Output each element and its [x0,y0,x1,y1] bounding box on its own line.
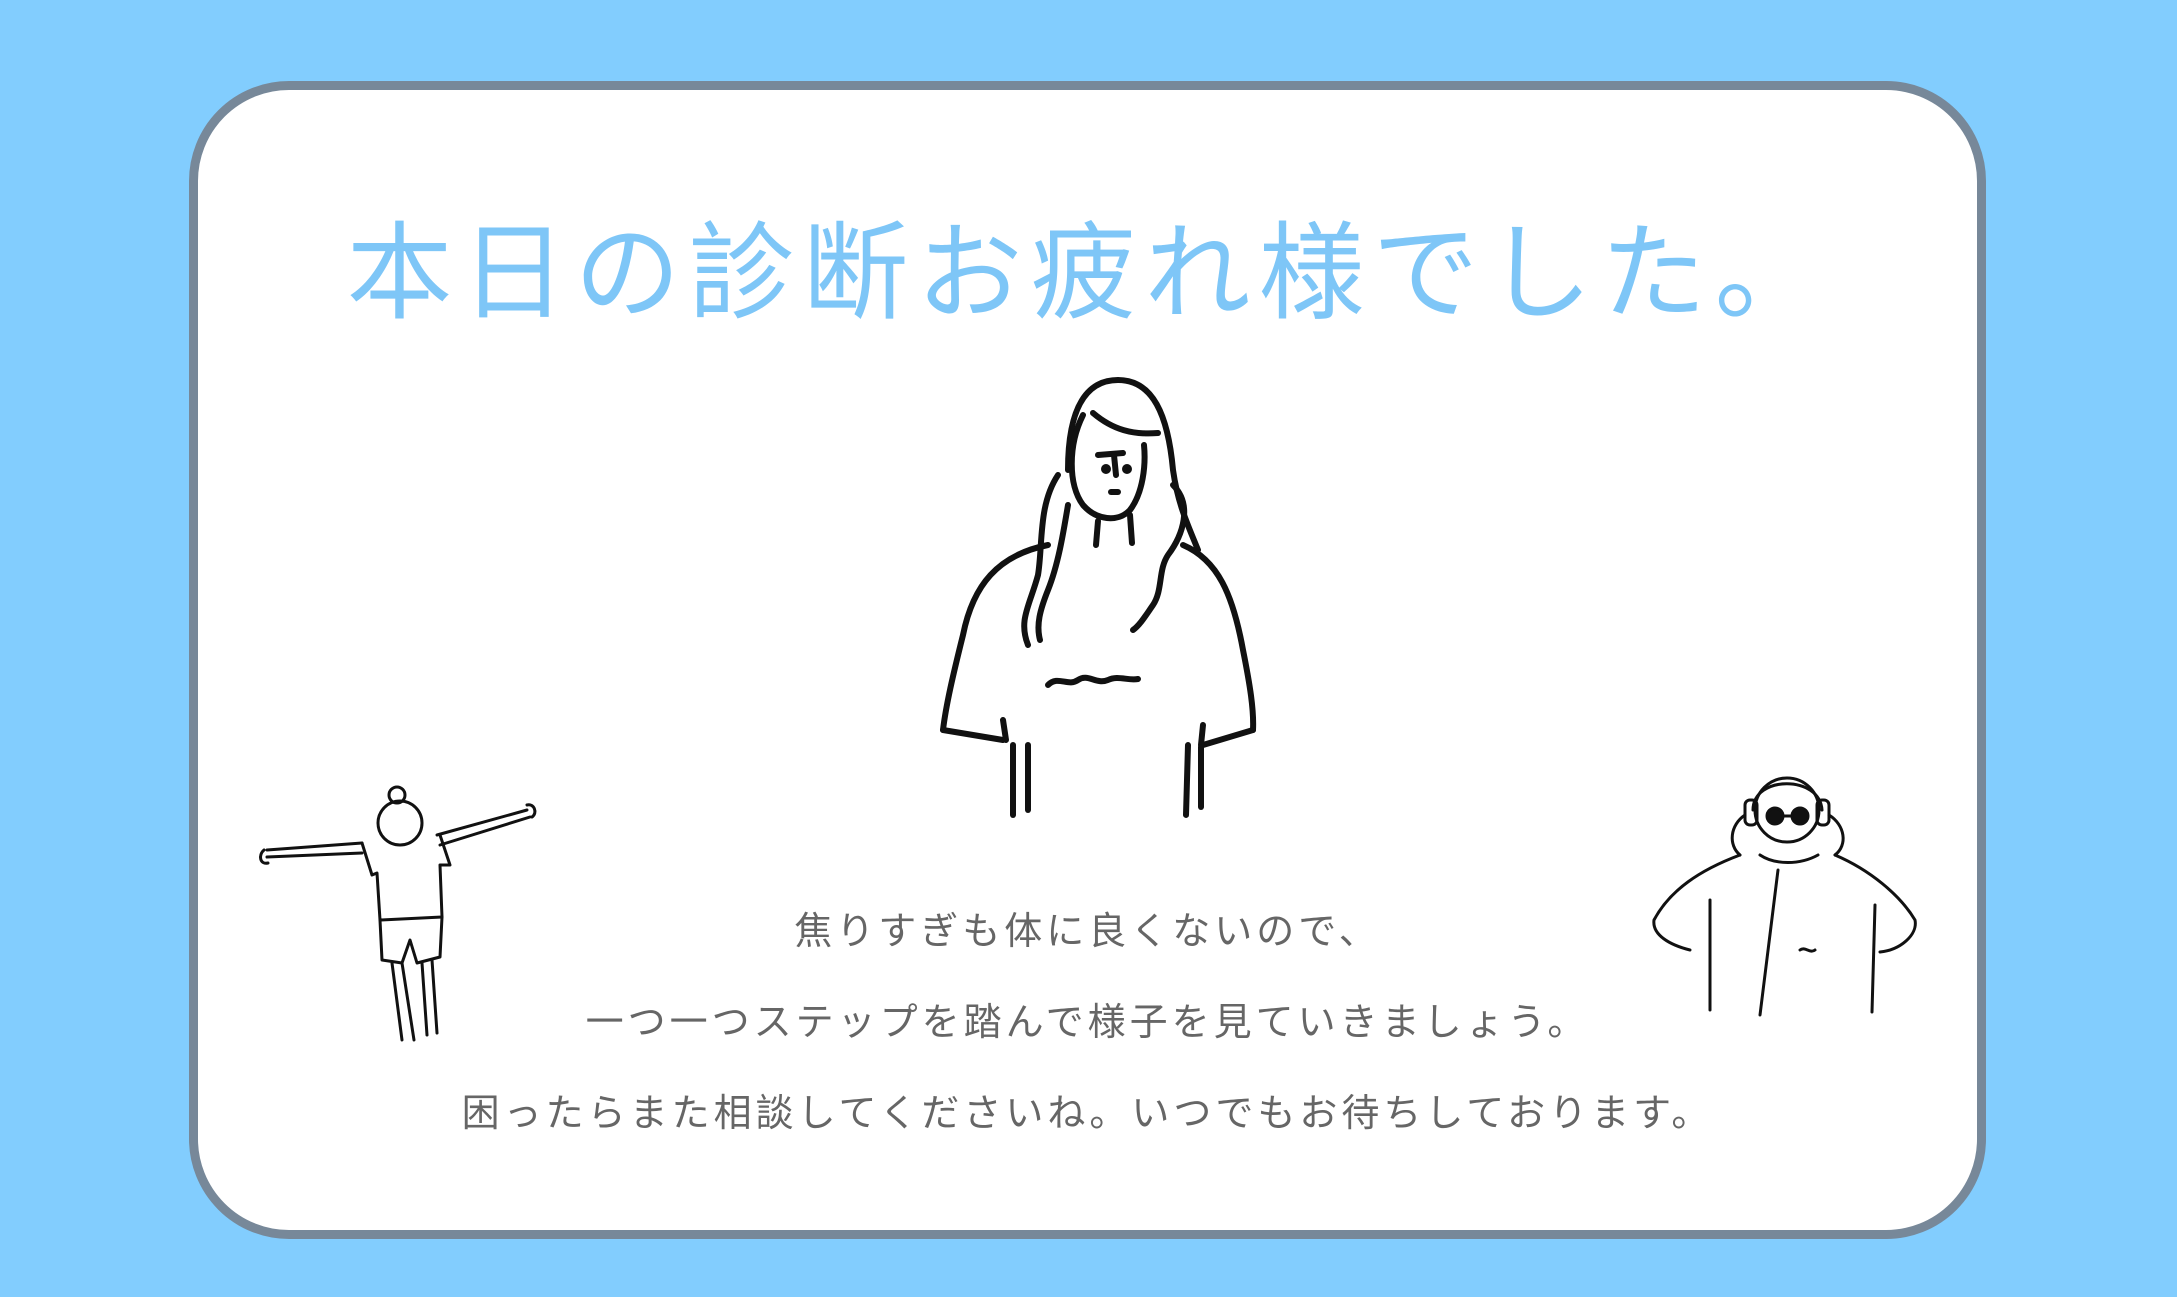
message-line-1: 焦りすぎも体に良くないので、 [794,909,1381,953]
message-line-3: 困ったらまた相談してくださいね。いつでもお待ちしております。 [461,1091,1714,1135]
page-title: 本日の診断お疲れ様でした。 [346,212,1829,335]
woman-long-hair-illustration [940,377,1257,818]
message-line-2: 一つ一つステップを踏んで様子を見ていきましょう。 [585,1000,1590,1044]
message-card: 本日の診断お疲れ様でした。 焦りすぎも体に良くないので、 一つ一つステップを踏ん… [189,81,1986,1239]
